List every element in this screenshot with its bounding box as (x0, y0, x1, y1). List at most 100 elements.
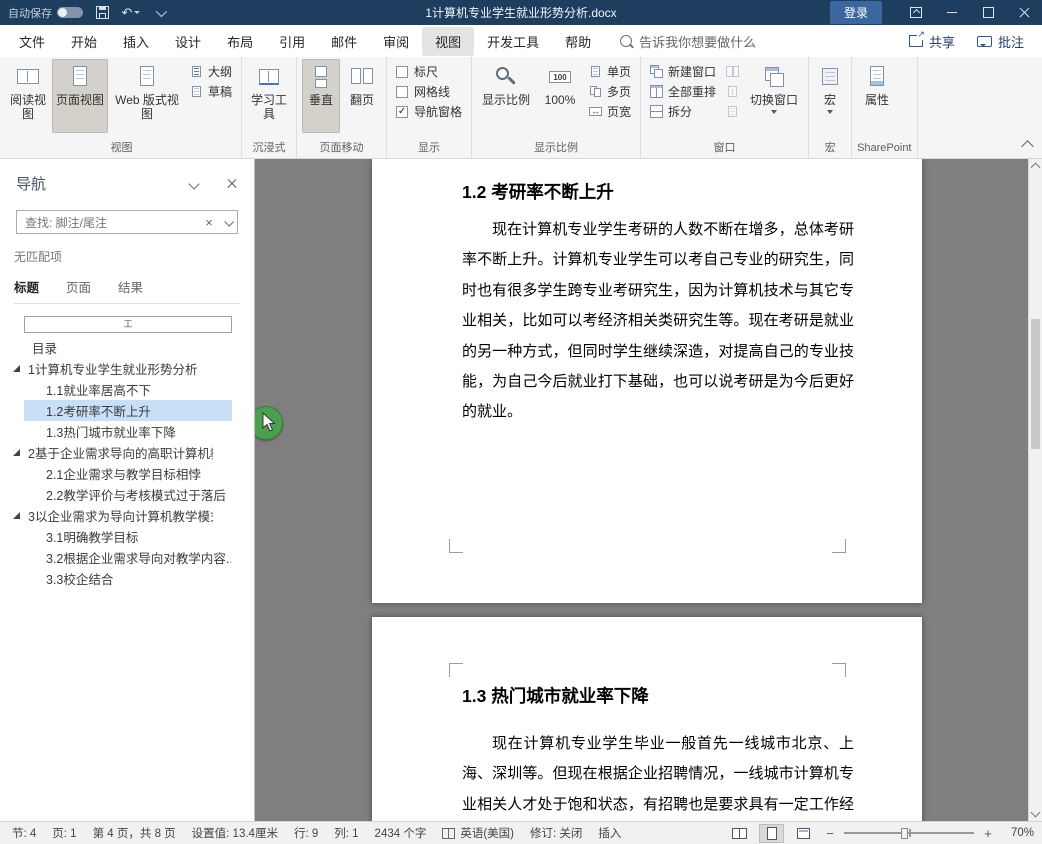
ruler-checkbox-icon[interactable] (396, 66, 408, 78)
nav-heading-item[interactable]: 1计算机专业学生就业形势分析 (0, 358, 254, 379)
nav-heading-item[interactable]: 2基于企业需求导向的高职计算机教... (0, 442, 254, 463)
nav-heading-item[interactable]: 3.2根据企业需求导向对教学内容... (0, 547, 254, 568)
comments-button[interactable]: 批注 (967, 28, 1034, 55)
ribbon-button-multiple-pages[interactable]: 多页 (585, 82, 635, 101)
nav-options-chevron-icon[interactable] (188, 178, 199, 189)
ribbon-display-options-button[interactable] (898, 0, 934, 25)
read-mode-view-button[interactable] (727, 824, 752, 843)
nav-heading-box[interactable]: 工 (24, 316, 232, 333)
document-page-1[interactable]: 1.2 考研率不断上升 现在计算机专业学生考研的人数不断在增多，总体考研率不断上… (372, 159, 922, 603)
ribbon-tab-help[interactable]: 帮助 (552, 27, 604, 56)
ribbon-button-zoom-100[interactable]: 100% (538, 59, 582, 133)
ribbon-button-side-to-side[interactable]: 翻页 (343, 59, 381, 133)
status-item[interactable]: 设置值: 13.4厘米 (184, 825, 286, 841)
ribbon-tab-developer[interactable]: 开发工具 (474, 27, 552, 56)
ribbon-tab-insert[interactable]: 插入 (110, 27, 162, 56)
scroll-up-icon[interactable] (1031, 163, 1041, 173)
checkbox-gridlines[interactable]: 网格线 (392, 82, 466, 101)
ribbon-button-new-window[interactable]: 新建窗口 (646, 62, 720, 81)
nav-tab-results[interactable]: 结果 (118, 277, 143, 296)
ribbon-button-page-width[interactable]: 页宽 (585, 102, 635, 121)
status-item[interactable]: 第 4 页，共 8 页 (85, 825, 184, 841)
maximize-button[interactable] (970, 0, 1006, 25)
search-options-button[interactable] (219, 211, 237, 233)
ribbon-tab-review[interactable]: 审阅 (370, 27, 422, 56)
page1-body[interactable]: 现在计算机专业学生考研的人数不断在增多，总体考研率不断上升。计算机专业学生可以考… (462, 215, 854, 428)
ribbon-tab-mailings[interactable]: 邮件 (318, 27, 370, 56)
ribbon-tab-home[interactable]: 开始 (58, 27, 110, 56)
login-button[interactable]: 登录 (830, 1, 882, 24)
collapse-triangle-icon[interactable] (13, 449, 20, 456)
ribbon-button-read-mode[interactable]: 阅读视图 (7, 59, 49, 133)
zoom-slider-thumb[interactable] (901, 828, 908, 839)
print-layout-view-button[interactable] (759, 824, 784, 843)
collapse-triangle-icon[interactable] (13, 512, 20, 519)
nav-search-box[interactable]: 查找: 脚注/尾注 (16, 210, 238, 234)
scroll-down-icon[interactable] (1031, 808, 1041, 818)
status-item[interactable]: 插入 (590, 825, 629, 841)
document-page-2[interactable]: 1.3 热门城市就业率下降 现在计算机专业学生毕业一般首先一线城市北京、上海、深… (372, 617, 922, 821)
nav-heading-item[interactable]: 1.3热门城市就业率下降 (0, 421, 254, 442)
nav-heading-item[interactable]: 目录 (0, 337, 254, 358)
ribbon-button-draft[interactable]: 草稿 (186, 82, 236, 101)
nav-heading-item[interactable]: 3.3校企结合 (0, 568, 254, 589)
zoom-in-button[interactable] (981, 826, 995, 841)
nav-heading-item[interactable]: 2.1企业需求与教学目标相悖 (0, 463, 254, 484)
ribbon-button-zoom[interactable]: 显示比例 (477, 59, 535, 133)
ribbon-button-learning-tools[interactable]: 学习工具 (247, 59, 291, 133)
web-layout-view-button[interactable] (791, 824, 816, 843)
vertical-scrollbar[interactable] (1028, 159, 1042, 821)
scrollbar-thumb[interactable] (1031, 319, 1040, 449)
checkbox-navigation-pane[interactable]: ✓导航窗格 (392, 102, 466, 121)
collapse-triangle-icon[interactable] (13, 365, 20, 372)
ribbon-button-print-layout[interactable]: 页面视图 (52, 59, 108, 133)
zoom-slider[interactable] (844, 826, 974, 840)
status-item[interactable]: 修订: 关闭 (522, 825, 590, 841)
ribbon-button-view-side-by-side[interactable] (723, 62, 742, 81)
ribbon-tab-file[interactable]: 文件 (6, 27, 58, 56)
status-item[interactable]: 列: 1 (326, 825, 366, 841)
status-item[interactable]: 英语(美国) (434, 825, 522, 841)
page2-body[interactable]: 现在计算机专业学生毕业一般首先一线城市北京、上海、深圳等。但现在根据企业招聘情况… (462, 729, 854, 821)
close-button[interactable] (1006, 0, 1042, 25)
nav-tab-headings[interactable]: 标题 (14, 277, 39, 296)
share-button[interactable]: 共享 (899, 28, 965, 55)
status-item[interactable]: 节: 4 (4, 825, 44, 841)
save-button[interactable] (92, 0, 112, 25)
ribbon-button-web-layout[interactable]: Web 版式视图 (111, 59, 183, 133)
status-item[interactable]: 行: 9 (286, 825, 326, 841)
ribbon-button-reset-window-position[interactable] (723, 102, 742, 121)
ribbon-tab-references[interactable]: 引用 (266, 27, 318, 56)
zoom-out-button[interactable] (823, 826, 837, 841)
customize-quick-access-button[interactable] (150, 0, 170, 25)
nav-close-icon[interactable] (226, 178, 238, 190)
ribbon-button-switch-windows[interactable]: 切换窗口 (745, 59, 803, 133)
ribbon-button-split[interactable]: 拆分 (646, 102, 720, 121)
nav-heading-item[interactable]: 1.1就业率居高不下 (0, 379, 254, 400)
nav-heading-item[interactable]: 2.2教学评价与考核模式过于落后 (0, 484, 254, 505)
tell-me-search[interactable]: 告诉我你想要做什么 (620, 32, 756, 51)
ribbon-tab-design[interactable]: 设计 (162, 27, 214, 56)
navigation-pane-checkbox-icon[interactable]: ✓ (396, 106, 408, 118)
page1-heading[interactable]: 1.2 考研率不断上升 (462, 179, 614, 204)
document-canvas[interactable]: 1.2 考研率不断上升 现在计算机专业学生考研的人数不断在增多，总体考研率不断上… (255, 159, 1042, 821)
minimize-button[interactable] (934, 0, 970, 25)
page2-heading[interactable]: 1.3 热门城市就业率下降 (462, 683, 649, 708)
zoom-percentage[interactable]: 70% (1002, 827, 1034, 839)
nav-heading-item[interactable]: 1.2考研率不断上升 (0, 400, 254, 421)
undo-button[interactable] (121, 0, 141, 25)
autosave-toggle[interactable]: 自动保存 (8, 5, 83, 21)
ribbon-button-properties[interactable]: 属性 (857, 59, 897, 133)
ribbon-button-arrange-all[interactable]: 全部重排 (646, 82, 720, 101)
nav-heading-item[interactable]: 3.1明确教学目标 (0, 526, 254, 547)
nav-heading-item[interactable]: 3以企业需求为导向计算机教学模式... (0, 505, 254, 526)
gridlines-checkbox-icon[interactable] (396, 86, 408, 98)
clear-search-icon[interactable] (199, 215, 219, 230)
status-item[interactable]: 页: 1 (44, 825, 84, 841)
ribbon-button-synchronous-scrolling[interactable] (723, 82, 742, 101)
autosave-switch-icon[interactable] (57, 7, 83, 18)
ribbon-button-macros[interactable]: 宏 (814, 59, 846, 133)
checkbox-ruler[interactable]: 标尺 (392, 62, 466, 81)
ribbon-button-vertical[interactable]: 垂直 (302, 59, 340, 133)
ribbon-tab-view[interactable]: 视图 (422, 27, 474, 56)
